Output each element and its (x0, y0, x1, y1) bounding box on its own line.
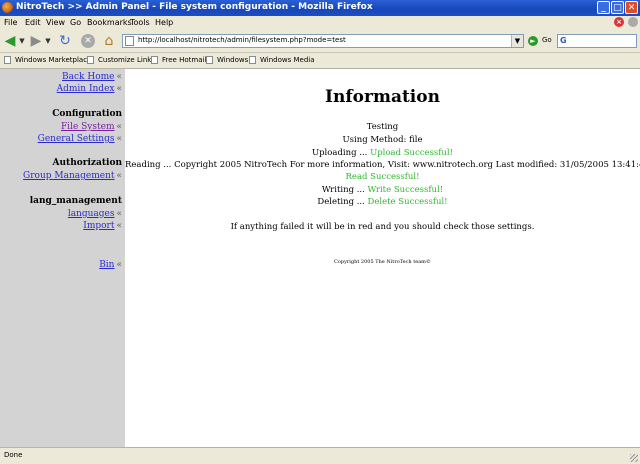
footer-copyright: Copyright 2005 The NitroTech team© (334, 259, 431, 265)
bookmark-page-icon (249, 56, 256, 64)
writing-label: Writing ... (321, 185, 365, 195)
languages-link[interactable]: languages (68, 209, 115, 219)
uploading-row: Uploading ... Upload Successful! (125, 148, 640, 158)
uploading-label: Uploading ... (311, 148, 368, 158)
window-title: NitroTech >> Admin Panel - File system c… (16, 2, 373, 12)
import-link[interactable]: Import (83, 221, 114, 231)
back-home-link[interactable]: Back Home (62, 72, 114, 82)
firefox-icon (2, 2, 13, 13)
upload-status: Upload Successful! (370, 148, 454, 158)
bookmark-item[interactable]: Windows Marketplace (4, 56, 91, 66)
go-label: Go (542, 36, 552, 44)
group-management-link[interactable]: Group Management (23, 171, 114, 181)
bookmark-page-icon (87, 56, 94, 64)
menu-bookmarks[interactable]: Bookmarks (87, 18, 132, 27)
sidebar-item-import: Import « (83, 221, 122, 231)
reload-icon[interactable]: ↻ (56, 33, 74, 49)
deleting-row: Deleting ... Delete Successful! (125, 197, 640, 207)
sidebar-item-admin-index: Admin Index « (56, 84, 122, 94)
admin-index-link[interactable]: Admin Index (57, 84, 115, 94)
toolbar-throbber-icon (628, 17, 638, 27)
menu-view[interactable]: View (46, 18, 65, 27)
back-dropdown-icon[interactable]: ▼ (18, 33, 26, 49)
general-settings-link[interactable]: General Settings (38, 134, 115, 144)
admin-sidebar: Back Home « Admin Index « Configuration Fi… (0, 69, 125, 447)
url-text[interactable]: http://localhost/nitrotech/admin/filesys… (138, 36, 346, 44)
bookmark-item[interactable]: Windows (206, 56, 248, 66)
navigation-toolbar: ◀ ▼ ▶ ▼ ↻ ✕ ⌂ http://localhost/nitrotech… (0, 30, 640, 53)
google-search-icon[interactable]: G (560, 36, 571, 46)
bookmark-item[interactable]: Customize Links (87, 56, 155, 66)
menu-tools[interactable]: Tools (130, 18, 150, 27)
delete-status: Delete Successful! (367, 197, 448, 207)
menu-help[interactable]: Help (155, 18, 173, 27)
page-icon (125, 36, 134, 46)
go-button[interactable]: ► Go (528, 35, 556, 47)
sidebar-item-languages: languages « (67, 209, 122, 219)
maximize-button[interactable]: □ (611, 1, 624, 14)
writing-row: Writing ... Write Successful! (125, 185, 640, 195)
bookmark-page-icon (206, 56, 213, 64)
forward-arrow-icon[interactable]: ▶ (28, 33, 44, 49)
reading-label: Reading ... Copyright 2005 NitroTech For… (125, 160, 640, 170)
main-content: Information Testing Using Method: file U… (125, 69, 640, 447)
back-arrow-icon[interactable]: ◀ (2, 33, 18, 49)
close-button[interactable]: ✕ (625, 1, 638, 14)
sidebar-item-back-home: Back Home « (62, 72, 122, 82)
stop-icon[interactable]: ✕ (80, 33, 96, 49)
forward-dropdown-icon[interactable]: ▼ (44, 33, 52, 49)
bookmark-item[interactable]: Free Hotmail (151, 56, 206, 66)
bookmark-page-icon (4, 56, 11, 64)
url-dropdown-icon[interactable]: ▼ (511, 35, 523, 47)
read-status: Read Successful! (345, 172, 420, 182)
toolbar-stop-icon[interactable]: ⨯ (614, 17, 624, 27)
bookmark-item[interactable]: Windows Media (249, 56, 315, 66)
sidebar-item-bin: Bin « (99, 260, 122, 270)
bookmark-page-icon (151, 56, 158, 64)
bin-link[interactable]: Bin (99, 260, 114, 270)
menu-bar: File Edit View Go Bookmarks Tools Help ⨯ (0, 16, 640, 30)
section-heading-lang-management: lang_management (29, 196, 122, 206)
bookmarks-toolbar: Windows Marketplace Customize Links Free… (0, 53, 640, 69)
resize-grip-icon[interactable] (630, 454, 638, 462)
section-heading-configuration: Configuration (52, 109, 122, 119)
page-title: Information (325, 87, 440, 107)
write-status: Write Successful! (367, 185, 444, 195)
window-title-bar: NitroTech >> Admin Panel - File system c… (0, 0, 640, 16)
file-system-link[interactable]: File System (61, 122, 115, 132)
search-input[interactable]: G (557, 34, 637, 48)
sidebar-item-group-management: Group Management « (23, 171, 122, 181)
menu-file[interactable]: File (4, 18, 17, 27)
home-icon[interactable]: ⌂ (100, 33, 118, 49)
menu-go[interactable]: Go (70, 18, 81, 27)
sidebar-item-file-system: File System « (60, 122, 122, 132)
url-input[interactable]: http://localhost/nitrotech/admin/filesys… (122, 34, 524, 48)
menu-edit[interactable]: Edit (25, 18, 41, 27)
status-bar: Done (0, 447, 640, 464)
go-arrow-icon: ► (528, 36, 538, 46)
deleting-label: Deleting ... (317, 197, 365, 207)
testing-label: Testing (366, 122, 399, 132)
sidebar-item-general-settings: General Settings « (37, 134, 122, 144)
section-heading-authorization: Authorization (52, 158, 122, 168)
minimize-button[interactable]: _ (597, 1, 610, 14)
method-label: Using Method: file (342, 135, 423, 145)
failure-note: If anything failed it will be in red and… (230, 222, 535, 232)
status-text: Done (4, 451, 23, 459)
